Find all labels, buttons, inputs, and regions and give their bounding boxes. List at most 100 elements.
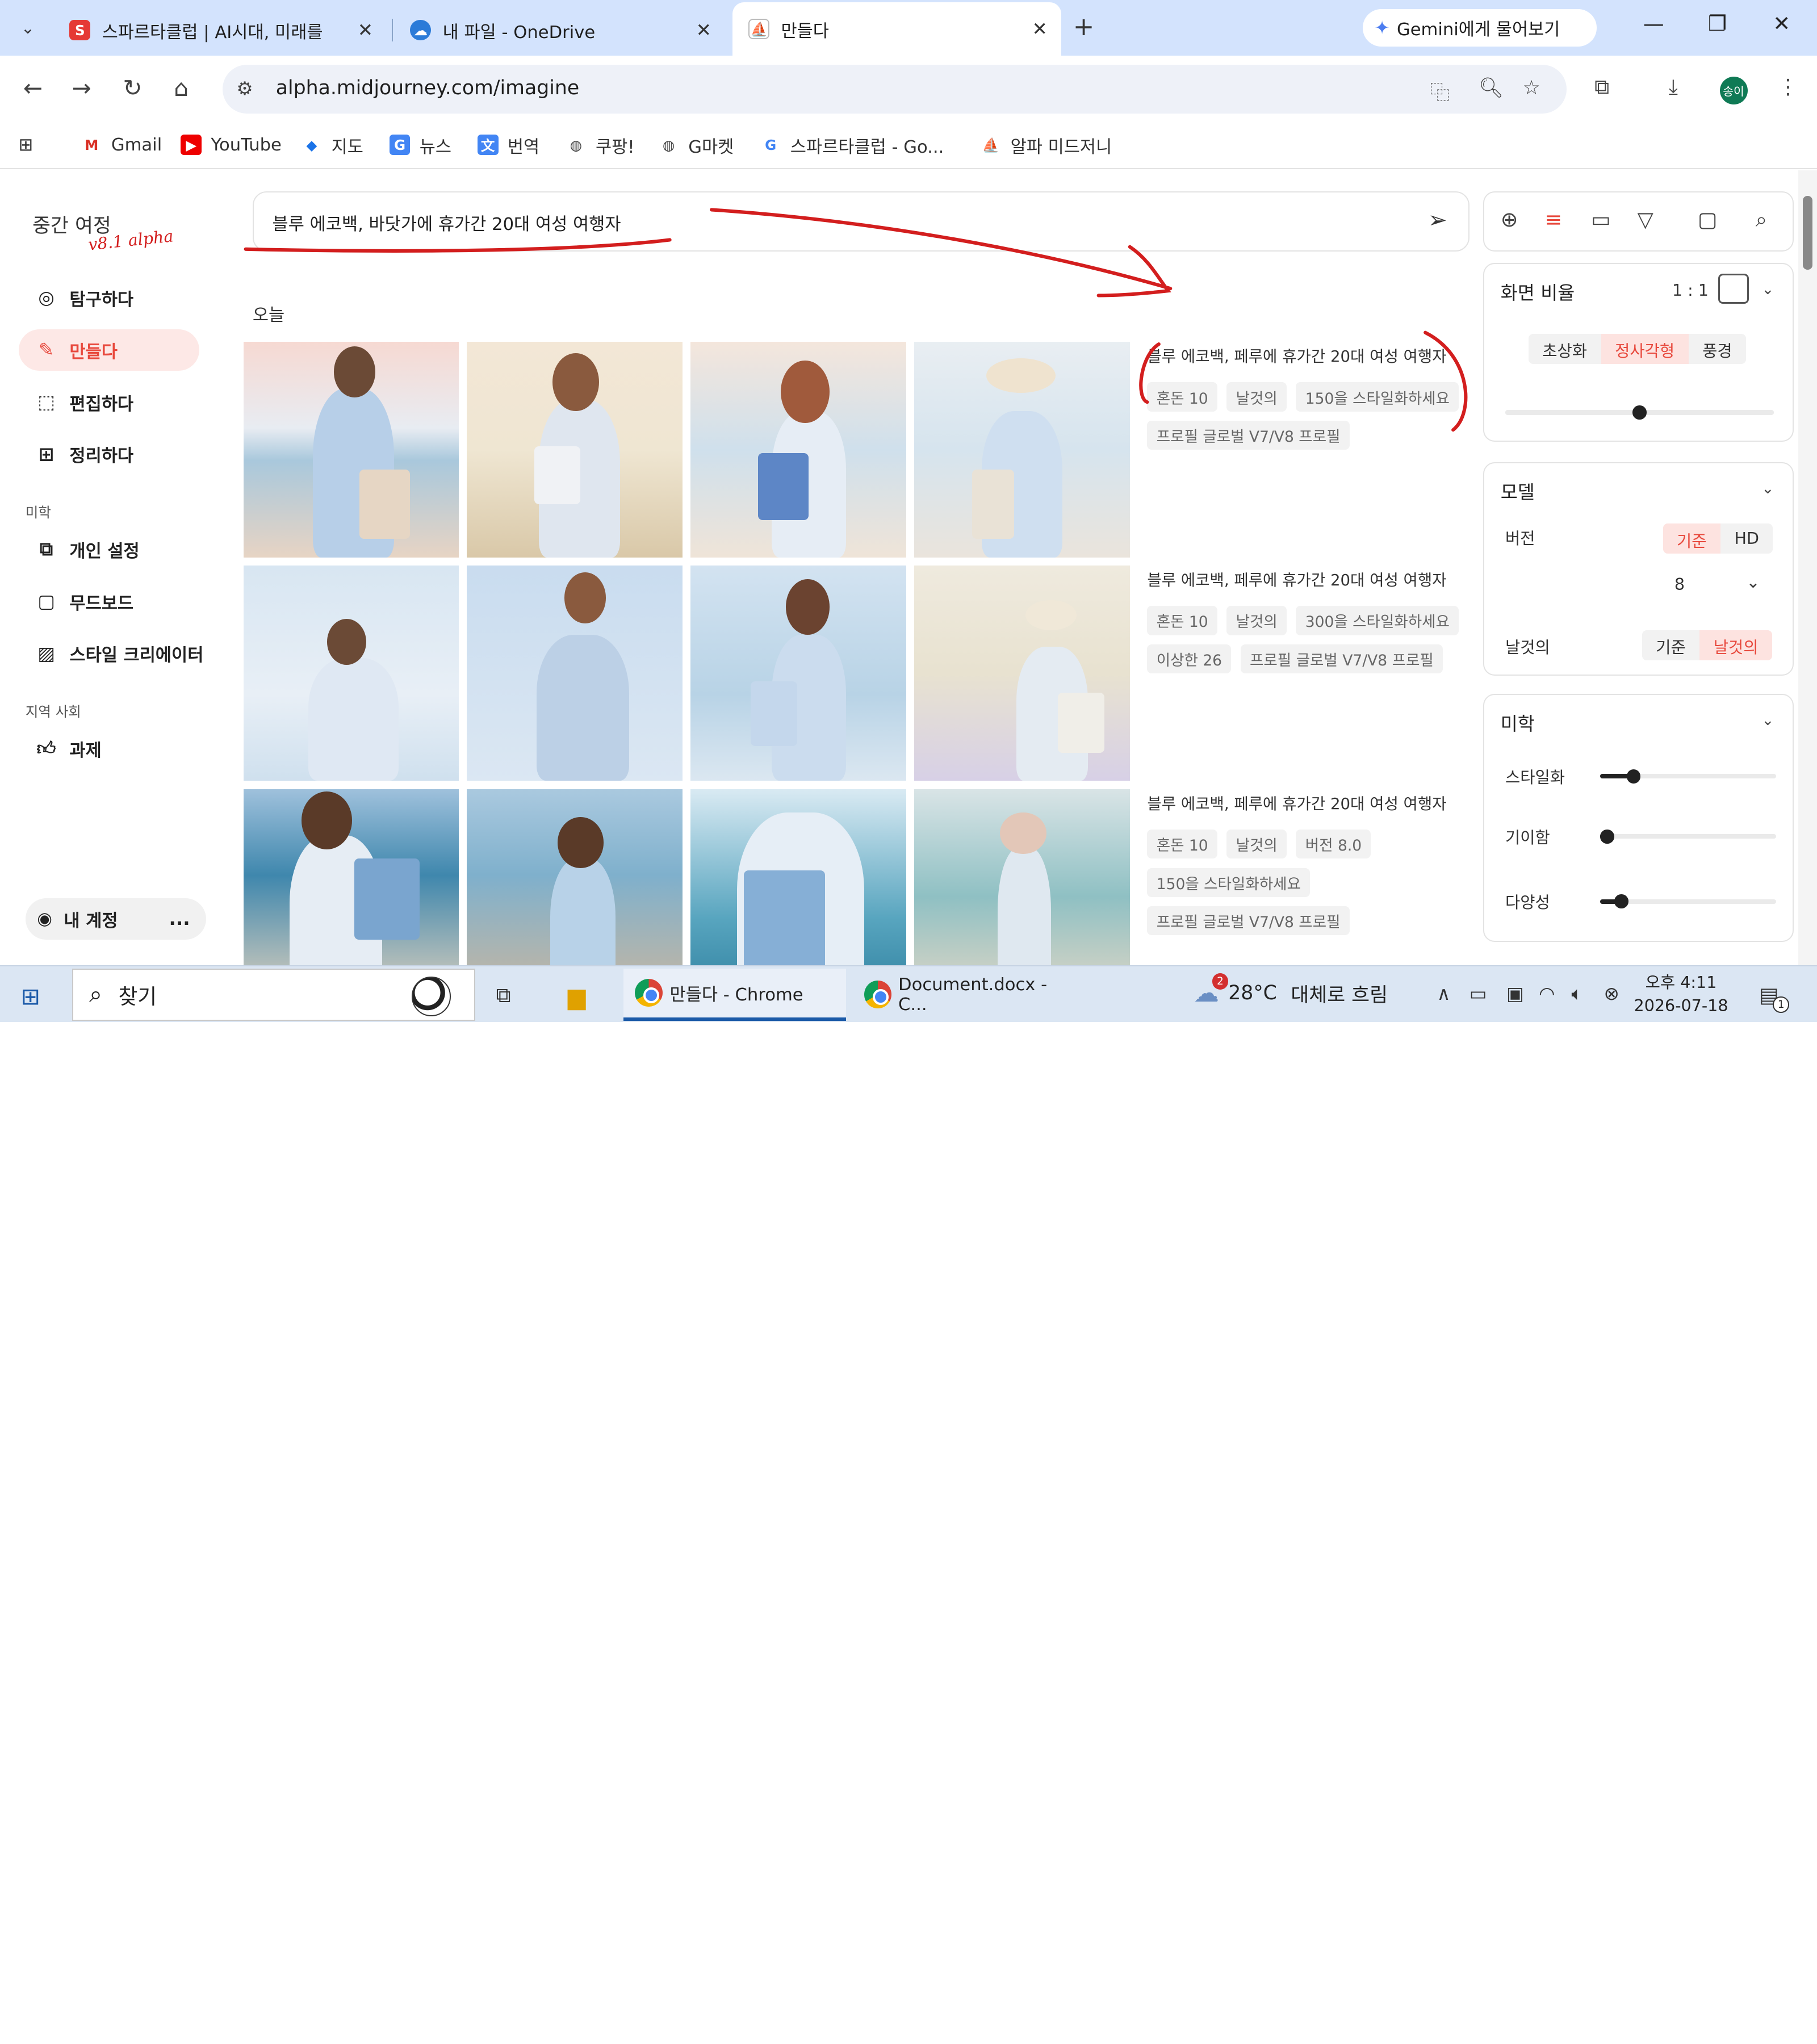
aspect-option-landscape[interactable]: 풍경 xyxy=(1689,334,1747,364)
page-scrollbar[interactable] xyxy=(1798,170,1817,965)
tab-search-chevron-icon[interactable]: ⌄ xyxy=(9,9,46,46)
account-button[interactable]: ◉ 내 계정 ... xyxy=(25,898,207,940)
param-chip[interactable]: 프로필 글로벌 V7/V8 프로필 xyxy=(1147,420,1350,450)
extensions-icon[interactable]: ⧉ xyxy=(1594,74,1609,99)
file-explorer-icon[interactable]: ▆ xyxy=(568,983,585,1010)
scrollbar-thumb[interactable] xyxy=(1803,195,1812,270)
generated-image[interactable] xyxy=(914,342,1130,558)
job-prompt[interactable]: 블루 에코백, 페루에 휴가간 20대 여성 여행자 xyxy=(1147,345,1460,368)
param-chip[interactable]: 프로필 글로벌 V7/V8 프로필 xyxy=(1147,906,1350,936)
job-prompt[interactable]: 블루 에코백, 페루에 휴가간 20대 여성 여행자 xyxy=(1147,569,1460,592)
chevron-down-icon[interactable]: ⌄ xyxy=(1761,480,1774,497)
chevron-down-icon[interactable]: ⌄ xyxy=(1761,280,1774,298)
taskbar-app-document[interactable]: Document.docx - C... xyxy=(853,969,1075,1021)
windows-start-icon[interactable]: ⊞ xyxy=(21,983,40,1010)
slider-knob[interactable] xyxy=(1614,894,1628,908)
param-chip[interactable]: 150을 스타일화하세요 xyxy=(1147,868,1311,897)
mode-option-hd[interactable]: HD xyxy=(1720,523,1773,554)
job-prompt[interactable]: 블루 에코백, 페루에 휴가간 20대 여성 여행자 xyxy=(1147,793,1460,816)
download-icon[interactable]: ⤓ xyxy=(1669,74,1678,99)
chevron-up-icon[interactable]: ∧ xyxy=(1437,983,1451,1004)
generated-image[interactable] xyxy=(467,565,683,781)
more-options-icon[interactable]: ... xyxy=(169,908,190,929)
param-chip[interactable]: 혼돈 10 xyxy=(1147,606,1217,635)
generated-image[interactable] xyxy=(914,565,1130,781)
bookmark-translate[interactable]: 文 번역 xyxy=(477,132,539,158)
gemini-button[interactable]: ✦ Gemini에게 물어보기 xyxy=(1362,9,1597,47)
variety-slider[interactable] xyxy=(1600,894,1777,908)
chat-icon[interactable]: ▢ xyxy=(1698,207,1718,232)
more-menu-icon[interactable]: ⋮ xyxy=(1778,74,1799,99)
generated-image[interactable] xyxy=(467,342,683,558)
tab-sparta[interactable]: S 스파르타클럽 | AI시대, 미래를 ✕ xyxy=(53,7,387,53)
aspect-option-portrait[interactable]: 초상화 xyxy=(1529,334,1601,364)
camera-icon[interactable]: ▣ xyxy=(1506,983,1524,1004)
param-chip[interactable]: 버전 8.0 xyxy=(1296,830,1371,859)
close-window-button[interactable]: ✕ xyxy=(1773,11,1790,36)
bookmark-coupang[interactable]: ◍ 쿠팡! xyxy=(566,132,635,158)
mode-option-standard[interactable]: 기준 xyxy=(1663,523,1721,554)
sidebar-item-personalize[interactable]: ⧉ 개인 설정 xyxy=(19,529,199,570)
site-info-icon[interactable]: ⚙ xyxy=(236,78,253,99)
wifi-icon[interactable]: ◠ xyxy=(1539,983,1555,1004)
home-icon[interactable]: ⌂ xyxy=(174,74,189,102)
chevron-down-icon[interactable]: ⌄ xyxy=(1746,572,1760,592)
slider-knob[interactable] xyxy=(1626,769,1641,784)
param-chip[interactable]: 150을 스타일화하세요 xyxy=(1296,382,1459,412)
aspect-option-square[interactable]: 정사각형 xyxy=(1601,333,1689,364)
raw-option-standard[interactable]: 기준 xyxy=(1642,630,1700,660)
system-clock[interactable]: 오후 4:11 2026-07-18 xyxy=(1634,971,1728,1017)
slider-knob[interactable] xyxy=(1600,830,1614,844)
generated-image[interactable] xyxy=(690,789,906,965)
generated-image[interactable] xyxy=(243,342,459,558)
bookmark-star-icon[interactable]: ☆ xyxy=(1523,77,1540,99)
task-view-icon[interactable]: ⧉ xyxy=(496,983,510,1008)
prompt-input[interactable]: 블루 에코백, 바닷가에 휴가간 20대 여성 여행자 xyxy=(273,210,621,235)
param-chip[interactable]: 날것의 xyxy=(1226,606,1287,635)
bookmark-news[interactable]: G 뉴스 xyxy=(389,132,451,158)
settings-sliders-icon[interactable]: ≡ xyxy=(1544,207,1562,232)
bookmark-alpha-midjourney[interactable]: ⛵ 알파 미드저니 xyxy=(981,132,1112,158)
sidebar-item-edit[interactable]: ⬚ 편집하다 xyxy=(19,381,199,422)
speaker-icon[interactable]: 🔈︎ xyxy=(1571,983,1582,1005)
param-chip[interactable]: 이상한 26 xyxy=(1147,644,1232,674)
sidebar-item-explore[interactable]: ◎ 탐구하다 xyxy=(19,277,199,319)
raw-option-raw[interactable]: 날것의 xyxy=(1699,630,1773,661)
back-arrow-icon[interactable]: ← xyxy=(23,74,43,102)
restore-button[interactable]: ❐ xyxy=(1708,11,1727,36)
generated-image[interactable] xyxy=(243,789,459,965)
weather-widget[interactable]: ☁ 2 28°C 대체로 흐림 xyxy=(1194,973,1388,1008)
param-chip[interactable]: 300을 스타일화하세요 xyxy=(1296,606,1459,635)
tab-midjourney[interactable]: ⛵ 만들다 ✕ xyxy=(732,2,1062,56)
slider-knob[interactable] xyxy=(1632,405,1647,420)
version-select[interactable]: 8 xyxy=(1674,575,1685,594)
stylize-slider[interactable] xyxy=(1600,769,1777,784)
close-icon[interactable]: ✕ xyxy=(1032,18,1048,40)
reload-icon[interactable]: ↻ xyxy=(123,74,142,102)
generated-image[interactable] xyxy=(690,342,906,558)
address-bar[interactable]: ⚙ alpha.midjourney.com/imagine ⿻ 🔍︎ ☆ xyxy=(222,65,1567,114)
sidebar-item-create[interactable]: ✎ 만들다 xyxy=(18,329,199,371)
generated-image[interactable] xyxy=(690,565,906,781)
zoom-icon[interactable]: 🔍︎ xyxy=(1479,77,1504,99)
forward-arrow-icon[interactable]: → xyxy=(72,74,91,102)
chevron-down-icon[interactable]: ⌄ xyxy=(1761,711,1774,729)
sidebar-item-organize[interactable]: ⊞ 정리하다 xyxy=(19,433,199,475)
taskbar-search[interactable]: ⌕ 찾기 xyxy=(72,969,475,1021)
generated-image[interactable] xyxy=(914,789,1130,965)
minimize-button[interactable]: — xyxy=(1643,11,1664,36)
search-icon[interactable]: ⌕ xyxy=(1756,207,1768,232)
image-prompt-icon[interactable]: ⊕ xyxy=(1501,207,1518,232)
translate-icon[interactable]: ⿻ xyxy=(1430,77,1450,105)
bookmark-youtube[interactable]: ▶ YouTube xyxy=(181,132,282,158)
generated-image[interactable] xyxy=(467,789,683,965)
battery-icon[interactable]: ▭ xyxy=(1469,983,1487,1004)
sidebar-item-style-creator[interactable]: ▨ 스타일 크리에이터 xyxy=(19,633,216,674)
profile-avatar[interactable]: 송이 xyxy=(1719,76,1748,104)
weird-slider[interactable] xyxy=(1600,830,1777,844)
bookmark-maps[interactable]: ◆ 지도 xyxy=(302,132,363,158)
apps-grid-icon[interactable]: ⊞ xyxy=(19,132,34,158)
param-chip[interactable]: 혼돈 10 xyxy=(1147,830,1217,859)
folder-icon[interactable]: ▭ xyxy=(1591,207,1611,232)
prompt-bar[interactable]: 블루 에코백, 바닷가에 휴가간 20대 여성 여행자 ➢ xyxy=(252,191,1469,252)
